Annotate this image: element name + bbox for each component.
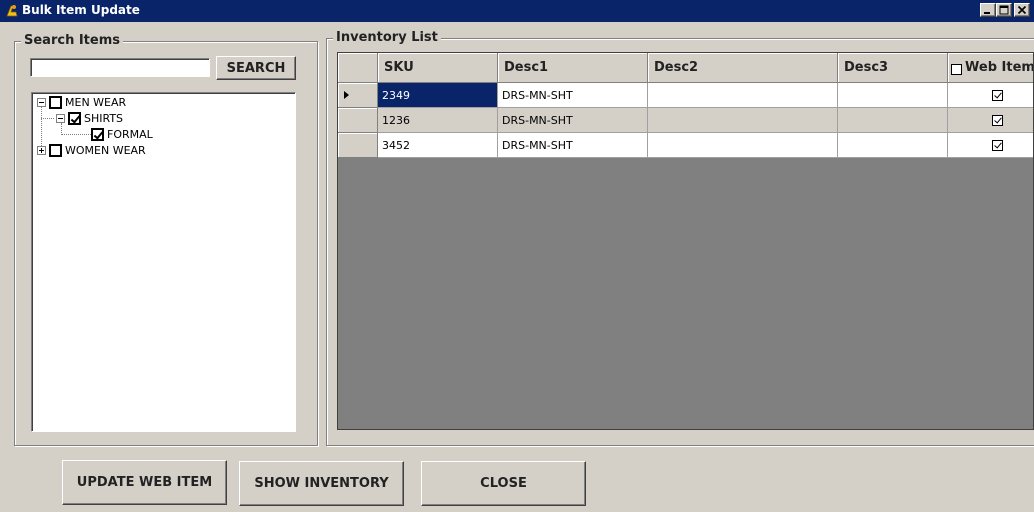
window-title: Bulk Item Update (22, 3, 140, 17)
web-item-checkbox[interactable] (992, 89, 1003, 101)
women-wear-checkbox[interactable] (49, 143, 62, 157)
tree-line (41, 118, 54, 119)
grid-cell-desc3[interactable] (838, 83, 948, 108)
grid-cell-desc1[interactable]: DRS-MN-SHT (498, 83, 648, 108)
tree-node-shirts[interactable]: SHIRTS (56, 111, 123, 125)
grid-cell-desc2[interactable] (648, 108, 838, 133)
column-header-desc1[interactable]: Desc1 (498, 53, 648, 83)
tree-node-label: WOMEN WEAR (65, 143, 146, 157)
maximize-icon (999, 5, 1009, 15)
search-button-label: SEARCH (226, 60, 286, 76)
tree-node-label: FORMAL (107, 127, 153, 141)
row-header[interactable] (338, 108, 378, 133)
grid-cell-desc3[interactable] (838, 133, 948, 158)
grid-cell-web[interactable] (948, 83, 1033, 108)
category-tree[interactable]: MEN WEAR SHIRTS FORMAL WOMEN WEAR (31, 92, 296, 432)
close-label: CLOSE (480, 476, 527, 491)
minimize-button[interactable] (980, 3, 996, 17)
minimize-icon (984, 12, 990, 14)
show-inventory-label: SHOW INVENTORY (254, 476, 389, 491)
collapse-icon[interactable] (37, 97, 46, 107)
column-header-sku[interactable]: SKU (378, 53, 498, 83)
column-header-desc3[interactable]: Desc3 (838, 53, 948, 83)
search-button[interactable]: SEARCH (216, 56, 296, 80)
shirts-checkbox[interactable] (68, 111, 81, 125)
tree-node-women-wear[interactable]: WOMEN WEAR (37, 143, 146, 157)
grid-cell-desc2[interactable] (648, 83, 838, 108)
column-header-label: Web Item (965, 60, 1034, 75)
grid-cell-sku[interactable]: 2349 (378, 83, 498, 108)
formal-checkbox[interactable] (91, 127, 104, 141)
app-icon (6, 5, 18, 17)
grid-cell-desc3[interactable] (838, 108, 948, 133)
grid-cell-web[interactable] (948, 108, 1033, 133)
column-header-web-item[interactable]: Web Item (948, 53, 1034, 83)
close-button[interactable]: CLOSE (421, 461, 586, 506)
grid-cell-sku[interactable]: 3452 (378, 133, 498, 158)
men-wear-checkbox[interactable] (49, 95, 62, 109)
web-item-checkbox[interactable] (992, 139, 1003, 151)
tree-node-formal[interactable]: FORMAL (91, 127, 153, 141)
search-items-title: Search Items (21, 33, 124, 48)
show-inventory-button[interactable]: SHOW INVENTORY (239, 461, 404, 506)
tree-node-men-wear[interactable]: MEN WEAR (37, 95, 126, 109)
current-row-arrow-icon (344, 91, 349, 99)
web-item-checkbox[interactable] (992, 114, 1003, 126)
maximize-button[interactable] (996, 3, 1012, 17)
row-header[interactable] (338, 133, 378, 158)
column-header-label: Desc3 (844, 60, 889, 75)
grid-cell-desc1[interactable]: DRS-MN-SHT (498, 133, 648, 158)
tree-line (61, 134, 91, 135)
column-header-label: Desc1 (504, 60, 549, 75)
tree-node-label: MEN WEAR (65, 95, 127, 109)
collapse-icon[interactable] (56, 113, 65, 123)
expand-icon[interactable] (37, 145, 46, 155)
tree-node-label: SHIRTS (84, 111, 124, 125)
close-icon (1017, 5, 1027, 15)
title-bar[interactable]: Bulk Item Update (0, 0, 1034, 22)
inventory-grid[interactable]: SKU Desc1 Desc2 Desc3 Web Item 2349 DRS-M… (337, 52, 1034, 430)
search-input[interactable] (30, 58, 210, 77)
grid-cell-desc1[interactable]: DRS-MN-SHT (498, 108, 648, 133)
column-header-label: SKU (384, 60, 414, 75)
update-web-item-label: UPDATE WEB ITEM (76, 475, 213, 490)
update-web-item-button[interactable]: UPDATE WEB ITEM (62, 460, 227, 505)
grid-corner-header (338, 53, 378, 83)
grid-cell-sku[interactable]: 1236 (378, 108, 498, 133)
row-header[interactable] (338, 83, 378, 108)
column-header-label: Desc2 (654, 60, 699, 75)
grid-cell-web[interactable] (948, 133, 1033, 158)
web-item-select-all-checkbox[interactable] (951, 64, 962, 75)
grid-cell-desc2[interactable] (648, 133, 838, 158)
inventory-list-title: Inventory List (333, 30, 441, 45)
close-window-button[interactable] (1014, 3, 1030, 17)
column-header-desc2[interactable]: Desc2 (648, 53, 838, 83)
